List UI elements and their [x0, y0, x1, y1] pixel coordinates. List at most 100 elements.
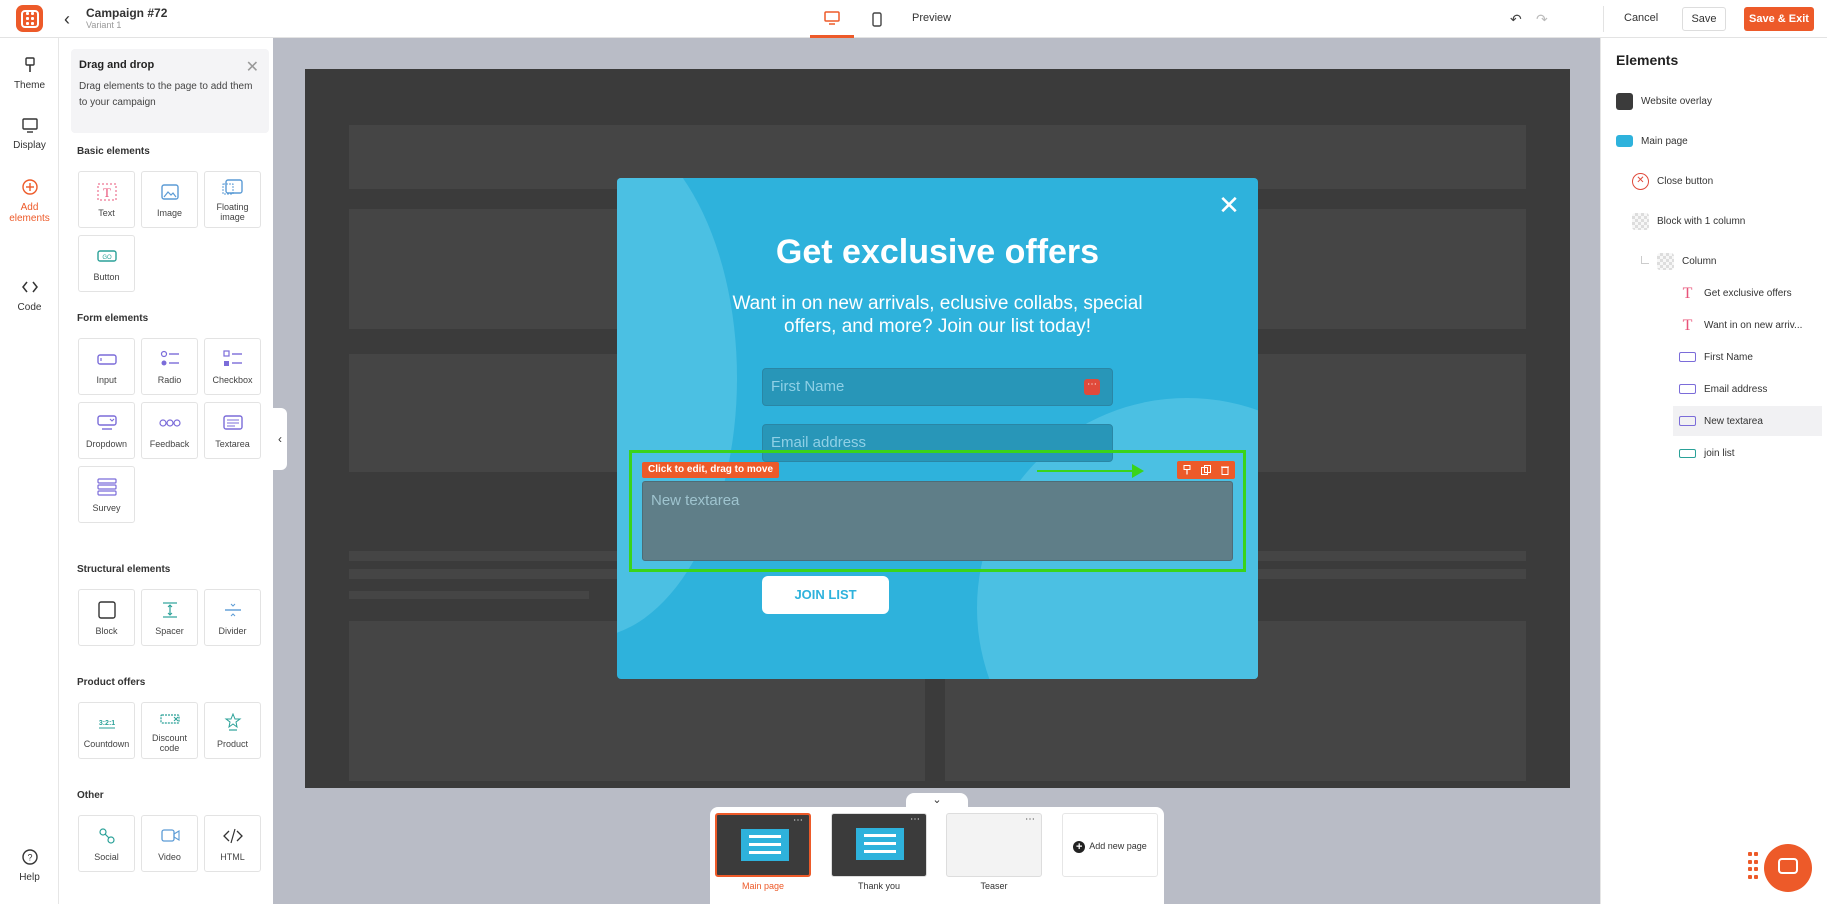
delete-icon[interactable] — [1219, 464, 1231, 476]
tile-checkbox[interactable]: Checkbox — [204, 338, 261, 395]
tree-label: Column — [1682, 255, 1717, 267]
save-exit-button[interactable]: Save & Exit — [1744, 7, 1814, 31]
tile-feedback[interactable]: Feedback — [141, 402, 198, 459]
rail-add-elements[interactable]: Add elements — [0, 166, 59, 226]
input-icon — [1679, 384, 1696, 394]
page-thumb-main[interactable]: ⋯ — [715, 813, 811, 877]
preview-button[interactable]: Preview — [912, 12, 951, 24]
tile-label: Spacer — [155, 626, 184, 636]
page-strip-toggle[interactable]: ⌄ — [906, 793, 968, 807]
page-thumb-teaser[interactable]: ⋯ — [946, 813, 1042, 877]
rail-code-label: Code — [17, 302, 42, 313]
tree-first-name[interactable]: First Name — [1679, 342, 1822, 372]
drag-grip-icon[interactable] — [1748, 852, 1758, 880]
tile-label: Divider — [218, 626, 247, 636]
tile-survey[interactable]: Survey — [78, 466, 135, 523]
drag-hint-label[interactable]: Click to edit, drag to move — [642, 462, 780, 478]
join-list-button[interactable]: JOIN LIST — [762, 576, 889, 614]
tile-input[interactable]: Input — [78, 338, 135, 395]
tree-main-page[interactable]: Main page — [1616, 126, 1816, 156]
new-textarea[interactable]: New textarea — [642, 481, 1233, 561]
redo-icon[interactable]: ↷ — [1536, 11, 1548, 28]
tile-spacer[interactable]: Spacer — [141, 589, 198, 646]
first-name-field[interactable]: First Name ⋯ — [762, 368, 1113, 406]
tile-countdown[interactable]: 3:2:1 Countdown — [78, 702, 135, 759]
button-icon-text: GO — [102, 255, 112, 261]
save-button[interactable]: Save — [1682, 7, 1726, 31]
back-arrow-icon[interactable]: ‹ — [64, 10, 80, 28]
close-icon[interactable]: ✕ — [246, 57, 259, 77]
code-icon — [21, 281, 38, 293]
desktop-view-button[interactable] — [810, 0, 854, 38]
rail-display[interactable]: Display — [0, 116, 59, 151]
tree-close-button[interactable]: ✕ Close button — [1632, 166, 1822, 196]
page-thumb-thank-you[interactable]: ⋯ — [831, 813, 927, 877]
block-swatch — [1632, 212, 1649, 230]
popup-main-page[interactable]: ✕ Get exclusive offers Want in on new ar… — [617, 178, 1258, 679]
tile-label: Input — [96, 375, 117, 385]
tile-block[interactable]: Block — [78, 589, 135, 646]
tile-label: Checkbox — [212, 375, 253, 385]
tree-join-list[interactable]: join list — [1679, 438, 1822, 468]
collapse-panel-button[interactable]: ‹ — [273, 408, 287, 470]
duplicate-icon[interactable] — [1200, 464, 1212, 476]
rail-help[interactable]: ? Help — [0, 848, 59, 883]
tile-product[interactable]: Product — [204, 702, 261, 759]
more-icon[interactable]: ⋯ — [1025, 815, 1035, 825]
tile-divider[interactable]: Divider — [204, 589, 261, 646]
tile-label: Discount code — [151, 733, 187, 753]
tile-button[interactable]: GO Button — [78, 235, 135, 292]
selected-textarea-block[interactable]: New textarea Click to edit, drag to move — [629, 450, 1246, 572]
tree-new-textarea[interactable]: New textarea — [1673, 406, 1822, 436]
popup-subtitle[interactable]: Want in on new arrivals, eclusive collab… — [732, 292, 1143, 338]
tile-image[interactable]: Image — [141, 171, 198, 228]
tile-discount-code[interactable]: Discount code — [141, 702, 198, 759]
tree-label: join list — [1704, 447, 1735, 459]
tile-radio[interactable]: Radio — [141, 338, 198, 395]
app-logo[interactable] — [16, 5, 43, 32]
tree-label: Email address — [1704, 383, 1768, 395]
rail-code[interactable]: Code — [0, 278, 59, 313]
tile-social[interactable]: Social — [78, 815, 135, 872]
tree-label: Want in on new arriv... — [1704, 319, 1803, 331]
tile-dropdown[interactable]: Dropdown — [78, 402, 135, 459]
button-element-icon: GO — [96, 250, 117, 262]
drag-drop-description: Drag elements to the page to add them to… — [79, 81, 253, 108]
rail-theme[interactable]: Theme — [0, 56, 59, 91]
desktop-icon — [824, 10, 840, 25]
chat-support-button[interactable] — [1764, 844, 1812, 892]
popup-title[interactable]: Get exclusive offers — [617, 233, 1258, 272]
tree-block[interactable]: Block with 1 column — [1632, 206, 1822, 236]
tile-textarea[interactable]: Textarea — [204, 402, 261, 459]
more-options-icon[interactable]: ⋯ — [1084, 379, 1100, 395]
close-circle-icon: ✕ — [1632, 172, 1649, 190]
tree-label: First Name — [1704, 351, 1753, 363]
tree-email[interactable]: Email address — [1679, 374, 1822, 404]
style-brush-icon[interactable] — [1181, 464, 1193, 476]
tree-text-title[interactable]: T Get exclusive offers — [1679, 278, 1822, 308]
more-icon[interactable]: ⋯ — [793, 816, 803, 826]
rail-help-label: Help — [19, 872, 40, 883]
add-new-page-button[interactable]: + Add new page — [1062, 813, 1158, 877]
close-icon[interactable]: ✕ — [1217, 192, 1241, 218]
tile-video[interactable]: Video — [141, 815, 198, 872]
rail-theme-label: Theme — [13, 80, 46, 91]
tree-text-subtitle[interactable]: T Want in on new arriv... — [1679, 310, 1822, 340]
block-icon — [97, 601, 116, 619]
radio-icon — [160, 350, 179, 366]
tile-html[interactable]: HTML — [204, 815, 261, 872]
tile-text[interactable]: T Text — [78, 171, 135, 228]
tile-label: Survey — [92, 503, 121, 513]
tree-website-overlay[interactable]: Website overlay — [1616, 86, 1816, 116]
checkbox-icon — [222, 350, 242, 366]
textarea-icon — [222, 415, 243, 430]
mobile-view-button[interactable] — [864, 0, 890, 38]
tile-label: Video — [158, 852, 181, 862]
undo-icon[interactable]: ↶ — [1510, 11, 1522, 28]
cancel-button[interactable]: Cancel — [1614, 7, 1668, 29]
tree-column[interactable]: Column — [1657, 246, 1822, 276]
annotation-arrow-head — [1132, 464, 1144, 478]
more-icon[interactable]: ⋯ — [910, 815, 920, 825]
tile-floating-image[interactable]: Floating image — [204, 171, 261, 228]
page-label-main: Main page — [741, 881, 785, 891]
